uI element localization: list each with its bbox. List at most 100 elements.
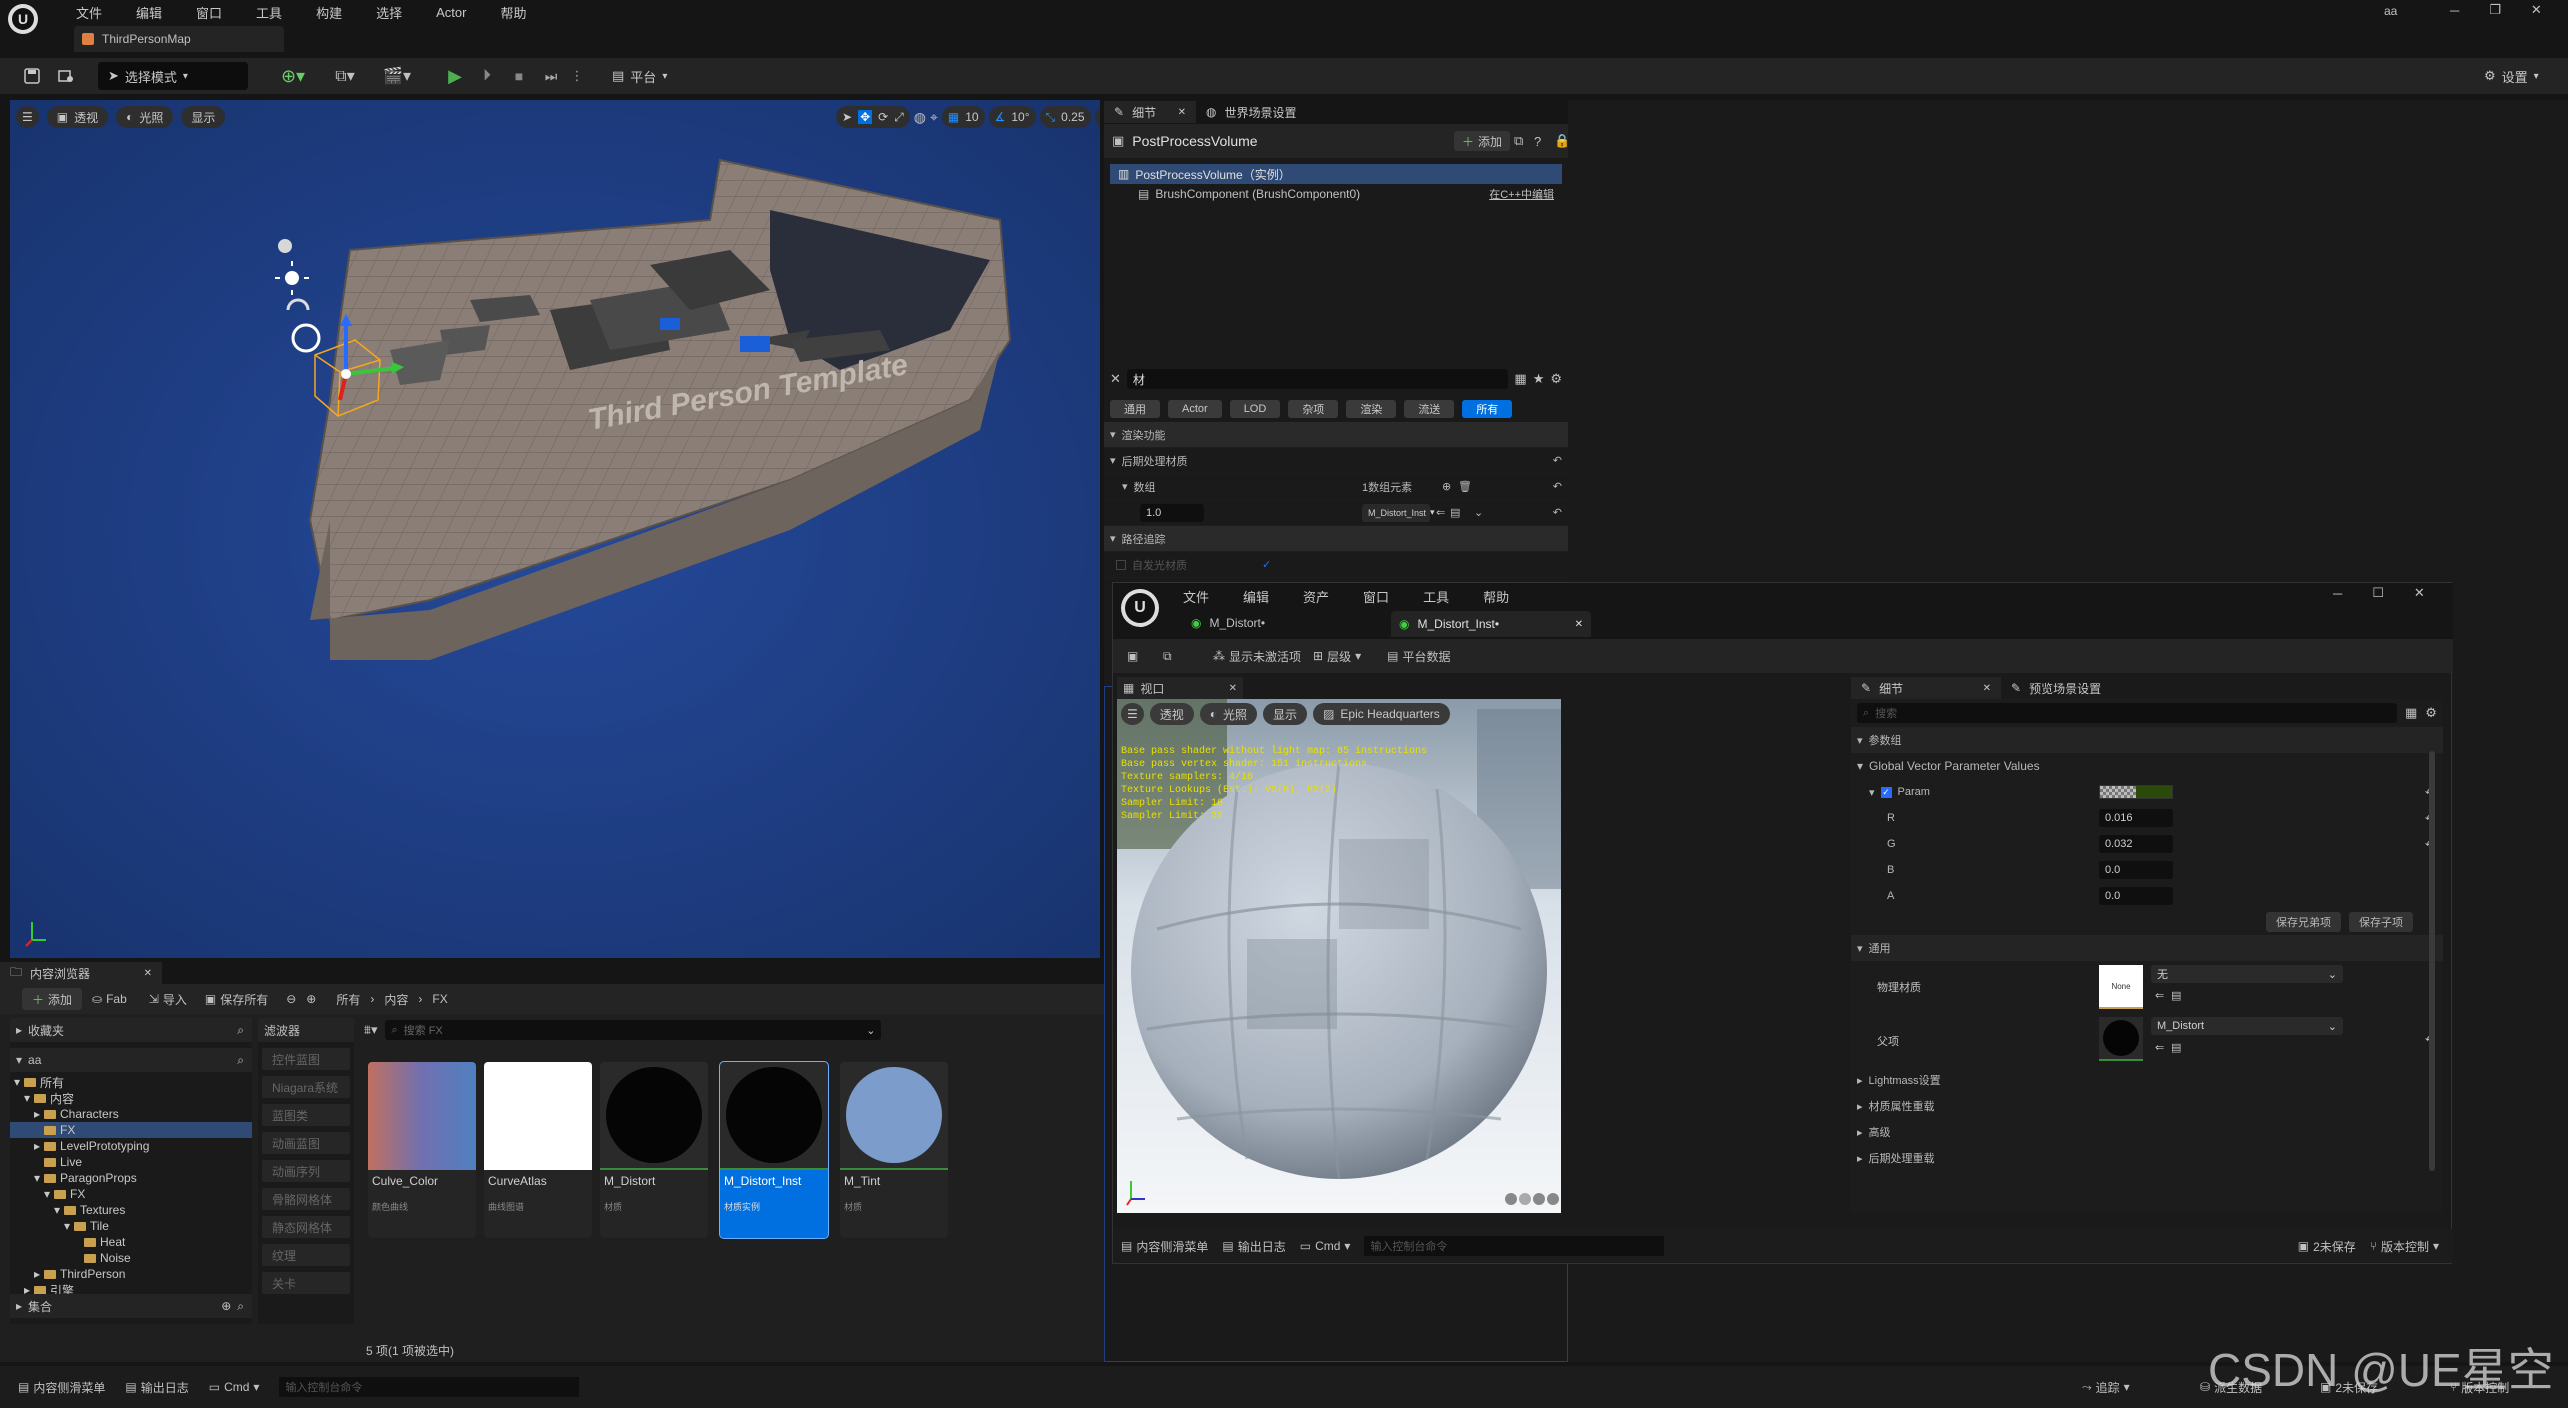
favorites-header[interactable]: ▸ 收藏夹 ⌕ <box>10 1018 252 1042</box>
star-icon[interactable]: ★ <box>1533 371 1545 387</box>
tree-item[interactable]: Heat <box>10 1234 252 1250</box>
minimize-button[interactable]: ─ <box>2450 3 2459 18</box>
unreal-logo[interactable]: U <box>8 4 38 34</box>
menu-edit[interactable]: 编辑 <box>1243 587 1269 606</box>
viewport-menu-button[interactable]: ☰ <box>16 106 39 128</box>
filter-all[interactable]: 所有 <box>1462 400 1513 418</box>
browse-icon[interactable]: ⧉ <box>1163 649 1187 664</box>
filter-static-mesh[interactable]: 静态网格体 <box>262 1216 350 1238</box>
tree-item[interactable]: ▸ Characters <box>10 1106 252 1122</box>
clear-search-icon[interactable]: ✕ <box>1110 371 1121 387</box>
component-row-root[interactable]: ▥ PostProcessVolume（实例） <box>1110 164 1562 184</box>
menu-select[interactable]: 选择 <box>376 3 402 22</box>
world-local-icon[interactable]: ◍ <box>914 109 926 126</box>
filter-widget-bp[interactable]: 控件蓝图 <box>262 1048 350 1070</box>
import-button[interactable]: ⇲ 导入 <box>149 991 187 1008</box>
expand-arrow-icon[interactable]: ▾ <box>1869 786 1875 799</box>
section-post-process-override[interactable]: ▸ 后期处理重载 <box>1851 1145 2443 1171</box>
content-drawer-button[interactable]: ▤ 内容侧滑菜单 <box>1121 1238 1208 1255</box>
lit-button[interactable]: ◐ 光照 <box>116 106 174 128</box>
phys-mat-combo[interactable]: 无 ⌄ <box>2151 965 2343 983</box>
surface-snap-icon[interactable]: ⌖ <box>930 109 938 126</box>
expand-arrow-icon[interactable]: ▾ <box>1122 480 1128 493</box>
tree-item[interactable]: ▾ ParagonProps <box>10 1170 252 1186</box>
parent-thumb[interactable] <box>2099 1017 2143 1061</box>
component-row-brush[interactable]: ▤ BrushComponent (BrushComponent0) 在C++中… <box>1110 184 1562 204</box>
help-icon[interactable]: ? <box>1534 134 1541 149</box>
filter-lod[interactable]: LOD <box>1229 400 1281 418</box>
tree-item[interactable]: Noise <box>10 1250 252 1266</box>
hierarchy-button[interactable]: ⊞ 层级 ▾ <box>1313 648 1361 665</box>
menu-tools[interactable]: 工具 <box>1423 587 1449 606</box>
tree-item[interactable]: ▾ Textures <box>10 1202 252 1218</box>
back-icon[interactable]: ⊖ <box>286 992 296 1006</box>
gear-icon[interactable]: ⚙ <box>1550 371 1562 387</box>
tab-details[interactable]: ✎ 细节 ✕ <box>1851 677 2001 699</box>
table-view-icon[interactable]: ▦ <box>2405 705 2417 721</box>
preview-scene-button[interactable]: ▨ Epic Headquarters <box>1313 703 1450 725</box>
details-search-input[interactable]: 材 <box>1126 369 1509 389</box>
channel-input[interactable]: 0.016 <box>2099 809 2173 827</box>
tree-item[interactable]: ▾ 所有 <box>10 1074 252 1090</box>
check-icon[interactable]: ✓ <box>1262 558 1271 571</box>
show-button[interactable]: 显示 <box>181 106 226 128</box>
perspective-button[interactable]: ▣ 透视 <box>46 106 109 128</box>
blueprint-icon[interactable]: ⧉ <box>1514 133 1523 149</box>
add-button[interactable]: ＋ 添加 <box>22 988 83 1010</box>
trace-button[interactable]: ⤳ 追踪 ▾ <box>2082 1379 2130 1396</box>
menu-window[interactable]: 窗口 <box>196 3 222 22</box>
close-button[interactable]: ✕ <box>2414 585 2425 601</box>
menu-file[interactable]: 文件 <box>1183 587 1209 606</box>
editor-tab-material[interactable]: ◉ M_Distort• <box>1183 611 1391 635</box>
add-component-button[interactable]: ＋ 添加 <box>1454 131 1511 151</box>
platforms-button[interactable]: ▤ 平台 ▾ <box>602 62 677 90</box>
menu-asset[interactable]: 资产 <box>1303 587 1329 606</box>
rotate-tool-icon[interactable]: ⟳ <box>878 110 888 124</box>
browse-icon[interactable]: ▤ <box>2171 989 2181 1002</box>
phys-mat-thumb[interactable]: None <box>2099 965 2143 1009</box>
filter-icon[interactable]: ⩩▾ <box>364 1022 377 1038</box>
use-selected-icon[interactable]: ⇐ <box>1436 506 1445 519</box>
camera-speed-button[interactable]: ▭ 1 <box>1094 106 1100 128</box>
editor-tab-material-instance[interactable]: ◉ M_Distort_Inst• ✕ <box>1391 611 1591 637</box>
filter-level[interactable]: 关卡 <box>262 1272 350 1294</box>
search-icon[interactable]: ⌕ <box>237 1053 244 1068</box>
filter-niagara[interactable]: Niagara系统 <box>262 1076 350 1098</box>
maximize-button[interactable]: ❐ <box>2489 2 2501 18</box>
search-icon[interactable]: ⌕ <box>237 1023 244 1038</box>
tree-item-selected[interactable]: FX <box>10 1122 252 1138</box>
preview-viewport-tab[interactable]: ▦ 视口 ✕ <box>1117 677 1243 699</box>
section-general[interactable]: ▾ 通用 <box>1851 935 2443 961</box>
rotation-snap-button[interactable]: ∡ 10° <box>988 106 1036 128</box>
details-search-input[interactable]: ⌕ 搜索 <box>1857 703 2397 723</box>
add-collection-icon[interactable]: ⊕ <box>221 1299 231 1313</box>
filter-anim-bp[interactable]: 动画蓝图 <box>262 1132 350 1154</box>
use-selected-icon[interactable]: ⇐ <box>2155 989 2164 1002</box>
close-button[interactable]: ✕ <box>2531 2 2542 18</box>
level-viewport[interactable]: Third Person Template ☰ ▣ 透视 ◐ 光照 显示 ➤ ✥… <box>10 100 1100 958</box>
save-icon[interactable]: ▣ <box>1127 649 1151 663</box>
reset-icon[interactable]: ↶ <box>1553 480 1562 493</box>
maximize-button[interactable]: ☐ <box>2372 585 2384 601</box>
add-element-icon[interactable]: ⊕ <box>1442 480 1451 493</box>
blueprint-icon[interactable]: ⧉▾ <box>322 62 368 90</box>
preview-perspective-button[interactable]: 透视 <box>1149 703 1194 725</box>
move-tool-icon[interactable]: ✥ <box>858 110 873 124</box>
menu-edit[interactable]: 编辑 <box>136 3 162 22</box>
tree-item[interactable]: ▾ Tile <box>10 1218 252 1234</box>
filter-rendering[interactable]: 渲染 <box>1346 400 1397 418</box>
close-icon[interactable]: ✕ <box>1178 107 1186 118</box>
channel-input[interactable]: 0.0 <box>2099 861 2173 879</box>
unreal-logo[interactable]: U <box>1121 589 1159 627</box>
eject-icon[interactable]: ⏭ <box>538 62 564 90</box>
preview-lit-button[interactable]: ◐ 光照 <box>1199 703 1258 725</box>
filter-misc[interactable]: 杂项 <box>1288 400 1339 418</box>
close-icon[interactable]: ✕ <box>144 968 152 979</box>
select-mode-button[interactable]: ➤ 选择模式 ▾ <box>98 62 248 90</box>
asset-tile[interactable]: M_Distort 材质 <box>600 1062 708 1238</box>
play-icon[interactable]: ▶ <box>442 62 468 90</box>
filter-streaming[interactable]: 流送 <box>1404 400 1455 418</box>
channel-input[interactable]: 0.032 <box>2099 835 2173 853</box>
output-log-button[interactable]: ▤ 输出日志 <box>1222 1238 1285 1255</box>
tree-item[interactable]: ▸ ThirdPerson <box>10 1266 252 1282</box>
